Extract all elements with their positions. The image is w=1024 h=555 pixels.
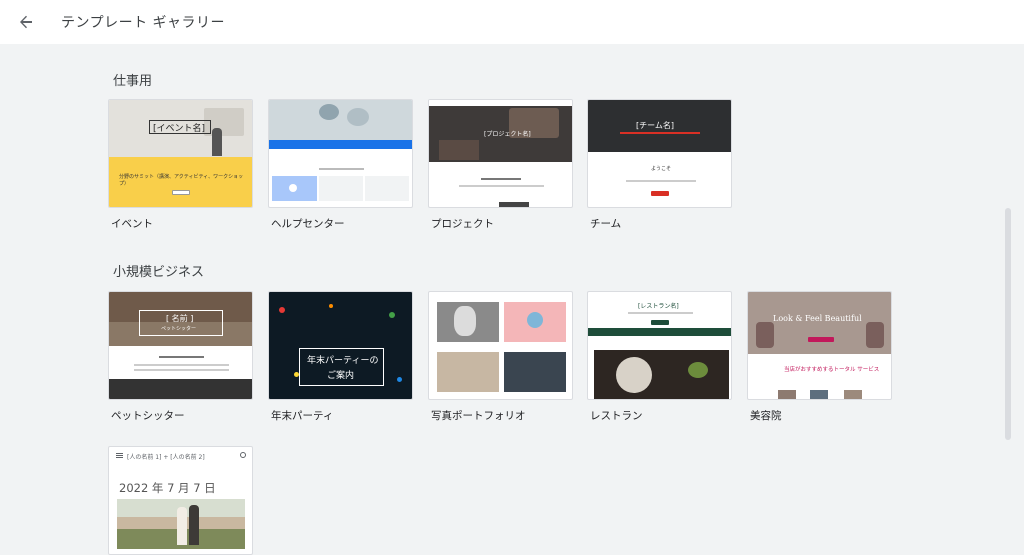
search-icon — [240, 452, 246, 458]
template-label: ペットシッター — [111, 410, 185, 422]
thumb-caption: ようこそ — [651, 166, 672, 172]
thumb-title: 年末パーティーの — [307, 356, 379, 366]
template-thumbnail-team[interactable]: [チーム名] ようこそ — [587, 99, 732, 208]
thumb-caption: 当店がおすすめするトータル サービス — [784, 367, 880, 373]
thumb-title: [プロジェクト名] — [484, 131, 531, 138]
page-title: テンプレート ギャラリー — [61, 15, 226, 31]
thumb-title: [イベント名] — [153, 124, 206, 134]
template-card-event[interactable]: [イベント名] 分野のサミット（講演、アクティビティ、ワークショップ） イベント — [108, 99, 253, 230]
template-label: 写真ポートフォリオ — [431, 410, 526, 422]
arrow-back-icon[interactable] — [14, 10, 38, 34]
section-title-small-business: 小規模ビジネス — [113, 265, 205, 280]
template-thumbnail-help-center[interactable] — [268, 99, 413, 208]
template-card-project[interactable]: [プロジェクト名] プロジェクト — [428, 99, 573, 230]
template-label: 年末パーティ — [271, 410, 334, 422]
template-card-restaurant[interactable]: [レストラン名] レストラン — [587, 291, 732, 422]
template-card-pet-sitter[interactable]: [ 名前 ] ペットシッター ペットシッター — [108, 291, 253, 422]
menu-icon — [116, 453, 123, 454]
template-thumbnail-wedding[interactable]: [人の名前 1] + [人の名前 2] 2022 年 7 月 7 日 — [108, 446, 253, 555]
thumb-caption: 分野のサミット（講演、アクティビティ、ワークショップ） — [119, 174, 244, 187]
template-card-photo-portfolio[interactable]: 写真ポートフォリオ — [428, 291, 573, 422]
template-card-team[interactable]: [チーム名] ようこそ チーム — [587, 99, 732, 230]
template-thumbnail-restaurant[interactable]: [レストラン名] — [587, 291, 732, 400]
template-card-help-center[interactable]: ヘルプセンター — [268, 99, 413, 230]
thumb-subtitle: ご案内 — [327, 371, 355, 381]
template-label: イベント — [111, 218, 153, 230]
thumb-title: [ 名前 ] — [166, 314, 194, 323]
section-title-work: 仕事用 — [113, 74, 153, 89]
template-card-year-end-party[interactable]: 年末パーティーの ご案内 年末パーティ — [268, 291, 413, 422]
thumb-date: 2022 年 7 月 7 日 — [119, 481, 216, 495]
template-label: プロジェクト — [431, 218, 494, 230]
template-label: 美容院 — [750, 410, 782, 422]
thumb-header: [人の名前 1] + [人の名前 2] — [127, 454, 205, 461]
template-card-wedding[interactable]: [人の名前 1] + [人の名前 2] 2022 年 7 月 7 日 — [108, 446, 253, 555]
template-thumbnail-project[interactable]: [プロジェクト名] — [428, 99, 573, 208]
thumb-title: [チーム名] — [636, 121, 675, 130]
template-thumbnail-photo-portfolio[interactable] — [428, 291, 573, 400]
template-thumbnail-event[interactable]: [イベント名] 分野のサミット（講演、アクティビティ、ワークショップ） — [108, 99, 253, 208]
vertical-scrollbar[interactable] — [1005, 208, 1011, 440]
template-label: チーム — [590, 218, 622, 230]
thumb-title: Look & Feel Beautiful — [773, 314, 862, 323]
template-card-beauty-salon[interactable]: Look & Feel Beautiful 当店がおすすめするトータル サービス… — [747, 291, 892, 422]
template-label: レストラン — [590, 410, 643, 422]
thumb-title: [レストラン名] — [638, 303, 679, 310]
template-thumbnail-year-end-party[interactable]: 年末パーティーの ご案内 — [268, 291, 413, 400]
template-label: ヘルプセンター — [271, 218, 345, 230]
top-app-bar: テンプレート ギャラリー — [0, 0, 1024, 44]
thumb-subtitle: ペットシッター — [161, 326, 197, 332]
template-thumbnail-beauty-salon[interactable]: Look & Feel Beautiful 当店がおすすめするトータル サービス — [747, 291, 892, 400]
template-thumbnail-pet-sitter[interactable]: [ 名前 ] ペットシッター — [108, 291, 253, 400]
